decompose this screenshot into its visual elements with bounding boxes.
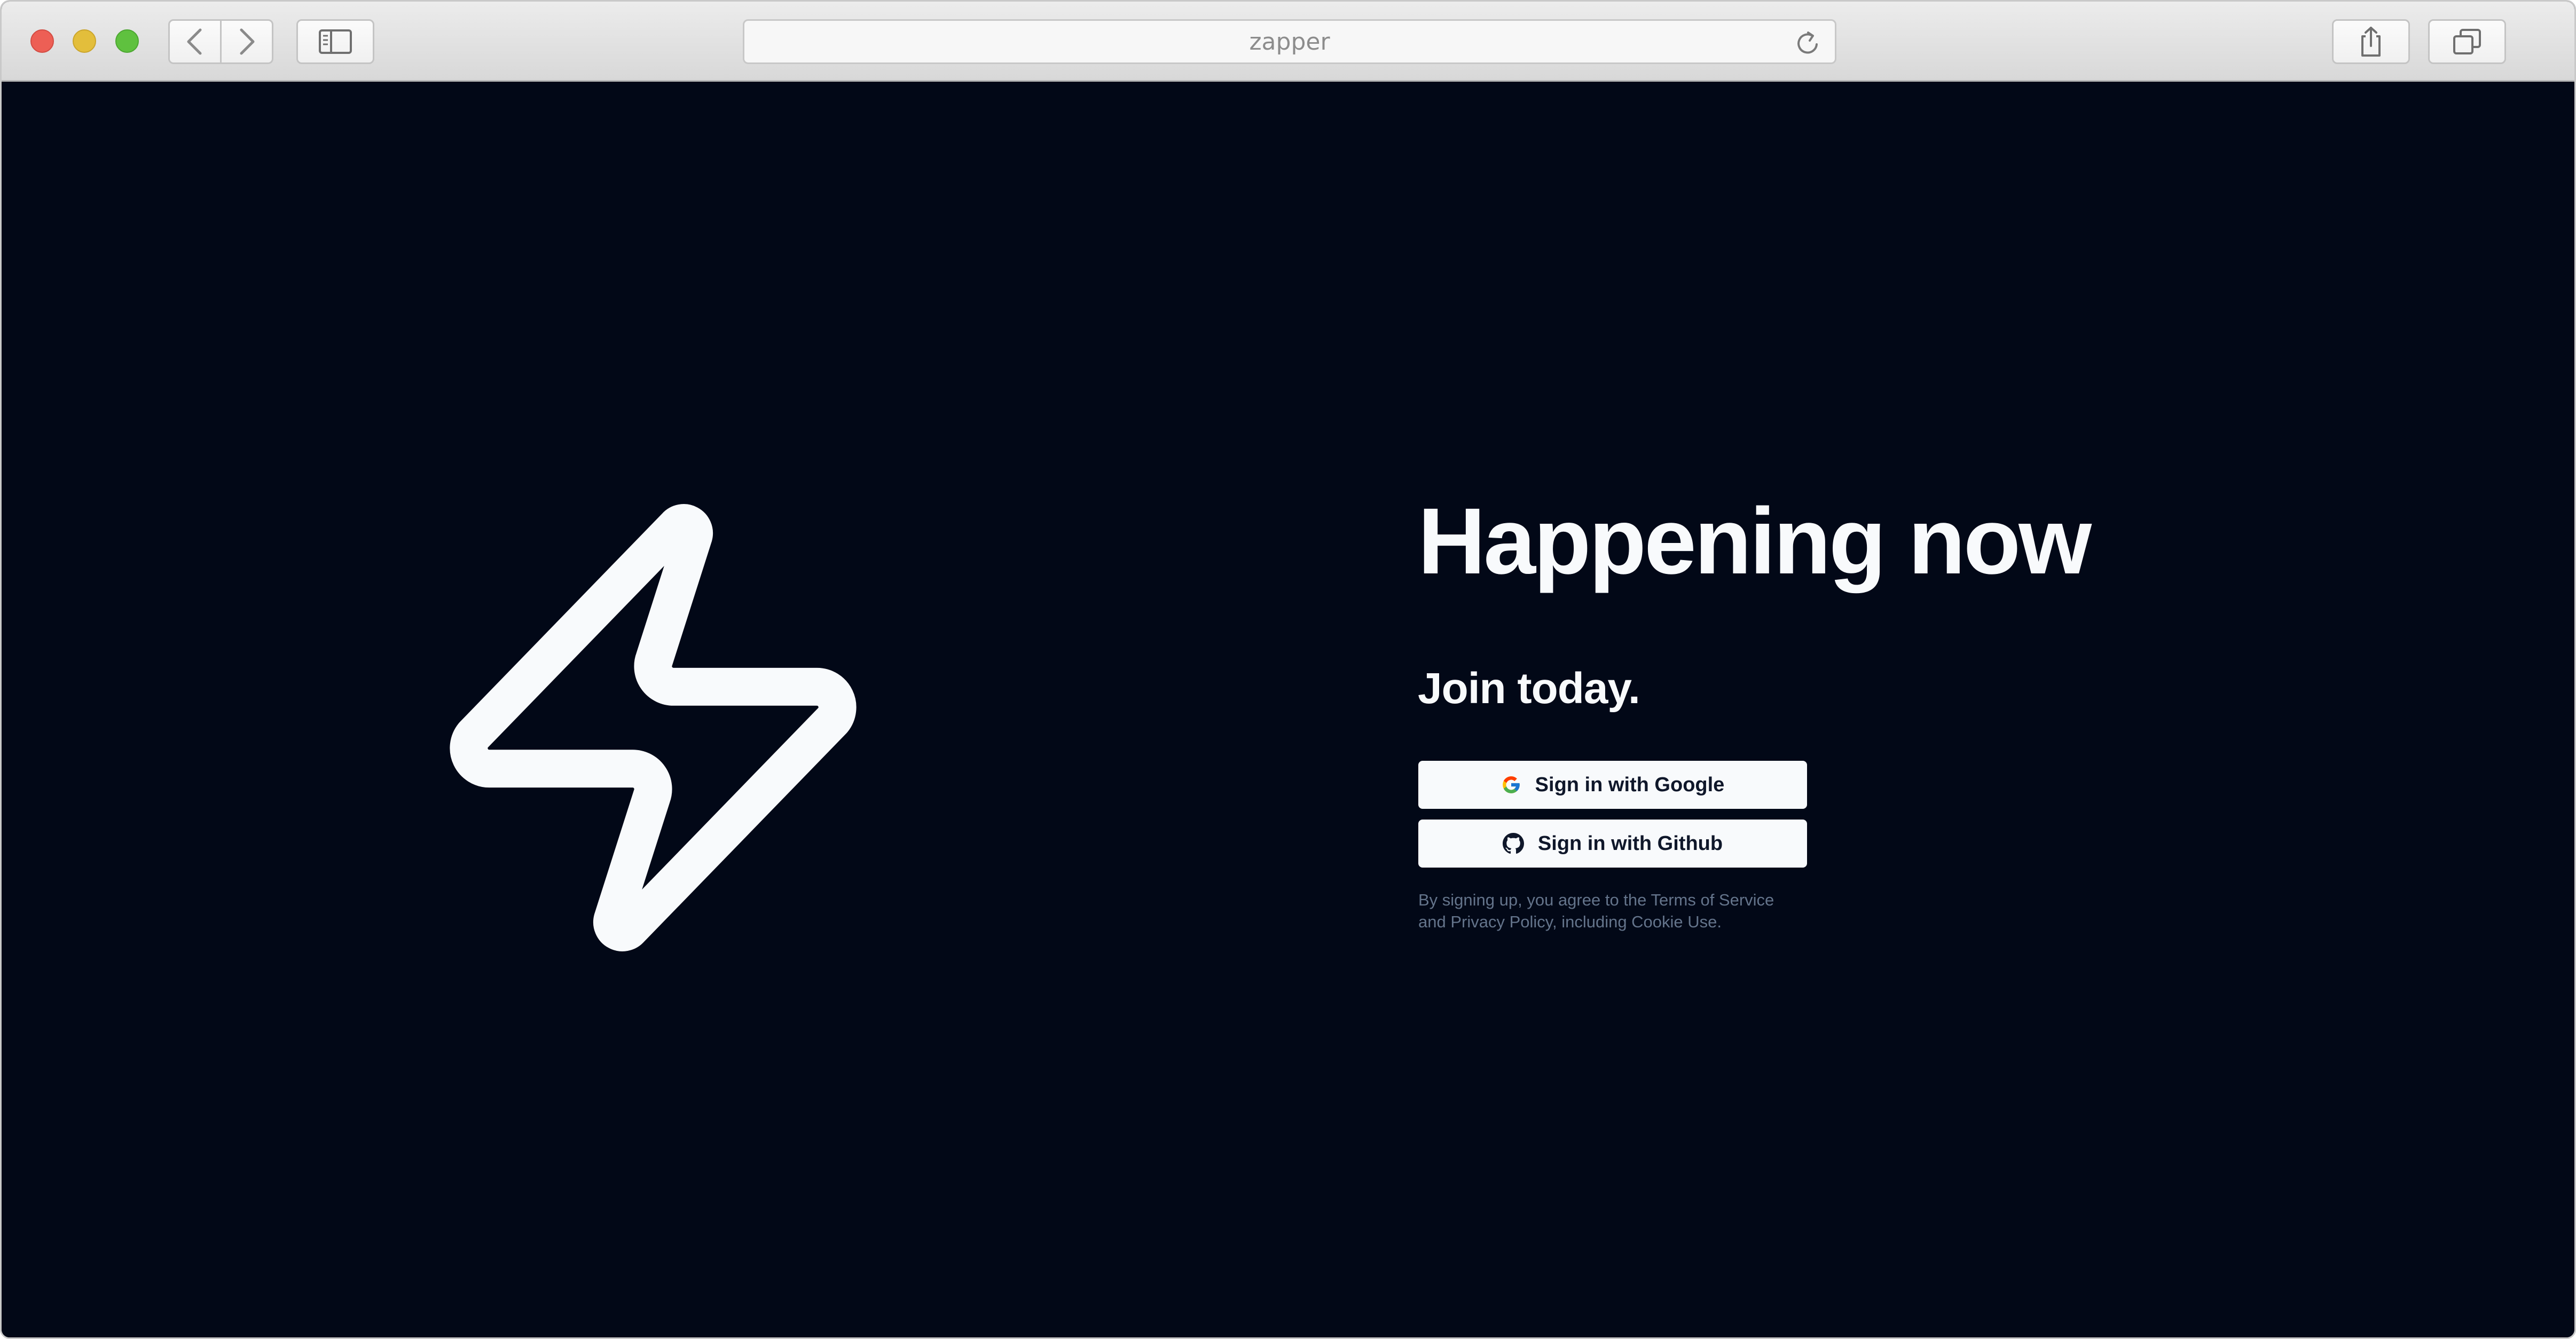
chevron-right-icon <box>240 28 255 55</box>
google-icon <box>1502 776 1520 793</box>
page-title: Happening now <box>1418 489 2092 594</box>
legal-line-2: and Privacy Policy, including Cookie Use… <box>1418 912 1722 931</box>
address-bar[interactable]: zapper <box>743 19 1836 64</box>
sign-in-github-button[interactable]: Sign in with Github <box>1418 820 1807 868</box>
legal-line-1: By signing up, you agree to the Terms of… <box>1418 891 1774 909</box>
lightning-bolt-icon <box>450 504 857 951</box>
legal-disclaimer: By signing up, you agree to the Terms of… <box>1418 889 1824 933</box>
sidebar-icon <box>319 29 352 54</box>
sign-in-google-button[interactable]: Sign in with Google <box>1418 761 1807 809</box>
tab-overview-button[interactable] <box>2428 19 2506 64</box>
browser-window: zapper Happening now Join today. Sign in… <box>0 0 2576 1339</box>
back-button[interactable] <box>168 19 222 64</box>
reload-icon[interactable] <box>1793 28 1823 58</box>
tabs-icon <box>2453 29 2481 54</box>
sign-in-github-label: Sign in with Github <box>1537 832 1723 855</box>
forward-button[interactable] <box>220 19 273 64</box>
sign-in-google-label: Sign in with Google <box>1535 773 1725 796</box>
sidebar-toggle-button[interactable] <box>296 19 374 64</box>
github-icon <box>1502 833 1524 854</box>
address-text: zapper <box>1249 28 1330 56</box>
share-button[interactable] <box>2332 19 2410 64</box>
page-subtitle: Join today. <box>1418 664 1640 713</box>
login-page: Happening now Join today. Sign in with G… <box>2 82 2574 1337</box>
minimize-window-button[interactable] <box>73 29 96 53</box>
chevron-left-icon <box>187 28 202 55</box>
close-window-button[interactable] <box>30 29 54 53</box>
browser-toolbar: zapper <box>2 2 2574 82</box>
share-icon <box>2361 27 2381 57</box>
maximize-window-button[interactable] <box>115 29 139 53</box>
